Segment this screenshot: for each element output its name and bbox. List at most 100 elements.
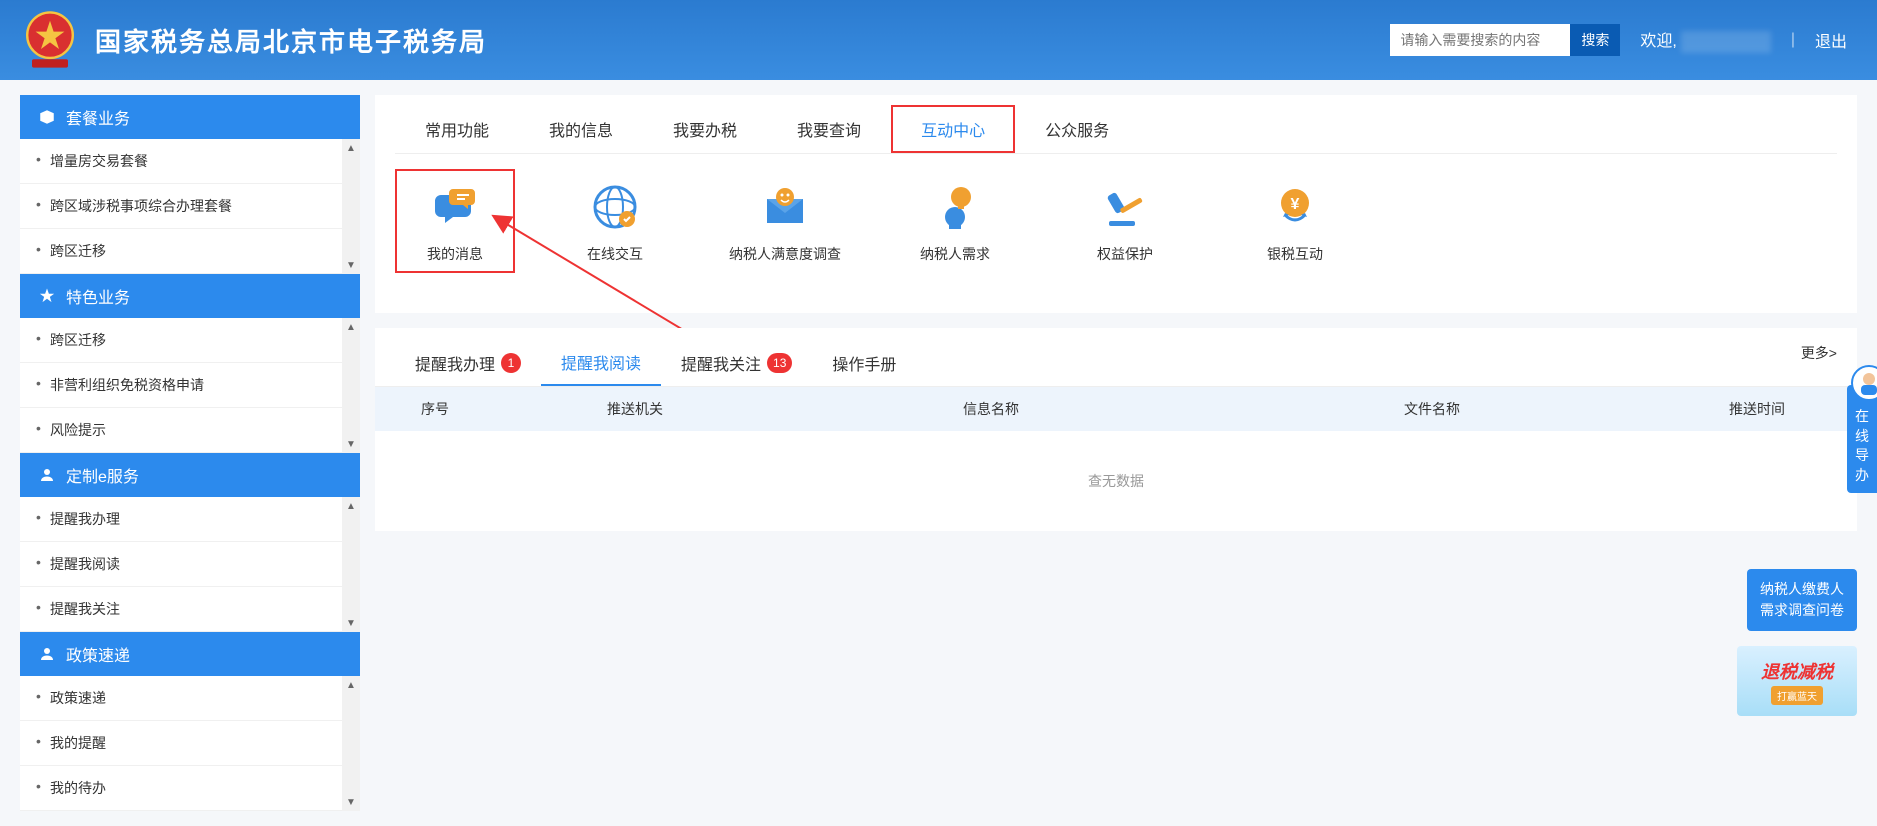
star-icon <box>38 287 56 305</box>
icon-label: 在线交互 <box>555 245 675 263</box>
icon-satisfaction-survey[interactable]: 纳税人满意度调查 <box>725 179 845 273</box>
sidebar-item[interactable]: 我的提醒 <box>20 721 360 766</box>
icon-rights-protection[interactable]: 权益保护 <box>1065 179 1185 273</box>
sidebar-scrollbar[interactable]: ▲▼ <box>342 497 360 632</box>
th-file: 文件名称 <box>1207 399 1657 419</box>
sidebar-scrollbar[interactable]: ▲▼ <box>342 139 360 274</box>
top-panel: 常用功能 我的信息 我要办税 我要查询 互动中心 公众服务 我的消息 在线交互 <box>375 95 1857 313</box>
subtab-label: 提醒我阅读 <box>561 350 641 374</box>
tab-myinfo[interactable]: 我的信息 <box>519 105 643 153</box>
scroll-up-icon[interactable]: ▲ <box>342 676 360 694</box>
logout-link[interactable]: 退出 <box>1815 28 1847 52</box>
coin-icon: ¥ <box>1267 179 1323 235</box>
sidebar-header-label: 定制e服务 <box>66 463 139 487</box>
icon-label: 纳税人满意度调查 <box>725 245 845 263</box>
main-tabs: 常用功能 我的信息 我要办税 我要查询 互动中心 公众服务 <box>395 105 1837 154</box>
subtab-remind-read[interactable]: 提醒我阅读 <box>541 340 661 386</box>
icon-label: 纳税人需求 <box>895 245 1015 263</box>
float-survey[interactable]: 纳税人缴费人需求调查问卷 <box>1747 569 1857 631</box>
banner-subtitle: 打赢蓝天 <box>1771 686 1823 705</box>
more-link[interactable]: 更多> <box>1801 343 1837 363</box>
sidebar-item[interactable]: 跨区域涉税事项综合办理套餐 <box>20 184 360 229</box>
scroll-down-icon[interactable]: ▼ <box>342 614 360 632</box>
username-redacted <box>1681 31 1771 53</box>
float-banner[interactable]: 退税减税 打赢蓝天 <box>1737 646 1857 716</box>
scroll-down-icon[interactable]: ▼ <box>342 256 360 274</box>
sidebar-scrollbar[interactable]: ▲▼ <box>342 676 360 811</box>
tab-taxhandle[interactable]: 我要办税 <box>643 105 767 153</box>
th-org: 推送机关 <box>495 399 775 419</box>
subtab-remind-handle[interactable]: 提醒我办理 1 <box>395 341 541 385</box>
table-header: 序号 推送机关 信息名称 文件名称 推送时间 <box>375 387 1857 431</box>
search-box: 搜索 <box>1390 24 1620 56</box>
help-avatar-icon <box>1851 365 1877 401</box>
search-input[interactable] <box>1390 24 1570 56</box>
th-info: 信息名称 <box>775 399 1207 419</box>
icon-online-interact[interactable]: 在线交互 <box>555 179 675 273</box>
icon-grid: 我的消息 在线交互 纳税人满意度调查 纳税人需求 权益保护 <box>395 154 1837 283</box>
subtab-manual[interactable]: 操作手册 <box>812 341 916 385</box>
person-icon <box>38 466 56 484</box>
sidebar-item[interactable]: 增量房交易套餐 <box>20 139 360 184</box>
sidebar-item[interactable]: 提醒我办理 <box>20 497 360 542</box>
icon-my-messages[interactable]: 我的消息 <box>395 169 515 273</box>
sidebar: 套餐业务 增量房交易套餐 跨区域涉税事项综合办理套餐 跨区迁移 ▲▼ 特色业务 … <box>20 95 360 811</box>
sidebar-header-tese[interactable]: 特色业务 <box>20 274 360 318</box>
sidebar-item[interactable]: 提醒我阅读 <box>20 542 360 587</box>
logo-emblem <box>20 10 80 70</box>
bulb-icon <box>927 179 983 235</box>
scroll-up-icon[interactable]: ▲ <box>342 497 360 515</box>
divider: | <box>1791 31 1795 49</box>
icon-label: 权益保护 <box>1065 245 1185 263</box>
subtab-remind-follow[interactable]: 提醒我关注 13 <box>661 341 812 385</box>
site-title: 国家税务总局北京市电子税务局 <box>95 22 487 59</box>
sidebar-header-eservice[interactable]: 定制e服务 <box>20 453 360 497</box>
scroll-down-icon[interactable]: ▼ <box>342 793 360 811</box>
sidebar-item[interactable]: 跨区迁移 <box>20 318 360 363</box>
person-icon <box>38 645 56 663</box>
sidebar-header-label: 政策速递 <box>66 642 130 666</box>
sidebar-item[interactable]: 跨区迁移 <box>20 229 360 274</box>
sidebar-header-label: 特色业务 <box>66 284 130 308</box>
subtab-label: 提醒我关注 <box>681 351 761 375</box>
sidebar-header-taocan[interactable]: 套餐业务 <box>20 95 360 139</box>
icon-taxpayer-needs[interactable]: 纳税人需求 <box>895 179 1015 273</box>
bottom-panel: 提醒我办理 1 提醒我阅读 提醒我关注 13 操作手册 更多> 序号 推送机关 … <box>375 328 1857 531</box>
sidebar-header-label: 套餐业务 <box>66 105 130 129</box>
scroll-down-icon[interactable]: ▼ <box>342 435 360 453</box>
float-help-label: 在线导办 <box>1855 408 1869 483</box>
sidebar-item[interactable]: 政策速递 <box>20 676 360 721</box>
sidebar-item[interactable]: 提醒我关注 <box>20 587 360 632</box>
no-data-text: 查无数据 <box>375 431 1857 531</box>
tab-query[interactable]: 我要查询 <box>767 105 891 153</box>
search-button[interactable]: 搜索 <box>1570 24 1620 56</box>
badge: 13 <box>767 353 792 373</box>
sidebar-item[interactable]: 非营利组织免税资格申请 <box>20 363 360 408</box>
sidebar-item[interactable]: 我的待办 <box>20 766 360 811</box>
float-online-help[interactable]: 在线导办 <box>1847 385 1877 493</box>
icon-label: 银税互动 <box>1235 245 1355 263</box>
icon-label: 我的消息 <box>405 245 505 263</box>
sub-tabs: 提醒我办理 1 提醒我阅读 提醒我关注 13 操作手册 更多> <box>375 328 1857 387</box>
icon-bank-tax[interactable]: ¥ 银税互动 <box>1235 179 1355 273</box>
package-icon <box>38 108 56 126</box>
banner-title: 退税减税 <box>1761 658 1833 684</box>
th-time: 推送时间 <box>1657 399 1857 419</box>
th-seq: 序号 <box>375 399 495 419</box>
svg-text:¥: ¥ <box>1291 196 1300 213</box>
tab-interaction[interactable]: 互动中心 <box>891 105 1015 153</box>
content: 常用功能 我的信息 我要办税 我要查询 互动中心 公众服务 我的消息 在线交互 <box>375 95 1857 811</box>
tab-common[interactable]: 常用功能 <box>395 105 519 153</box>
scroll-up-icon[interactable]: ▲ <box>342 318 360 336</box>
sidebar-header-policy[interactable]: 政策速递 <box>20 632 360 676</box>
sidebar-item[interactable]: 风险提示 <box>20 408 360 453</box>
tab-public[interactable]: 公众服务 <box>1015 105 1139 153</box>
envelope-icon <box>757 179 813 235</box>
subtab-label: 操作手册 <box>832 351 896 375</box>
scroll-up-icon[interactable]: ▲ <box>342 139 360 157</box>
header: 国家税务总局北京市电子税务局 搜索 欢迎, | 退出 <box>0 0 1877 80</box>
welcome-text: 欢迎, <box>1640 27 1770 53</box>
chat-icon <box>427 179 483 235</box>
sidebar-scrollbar[interactable]: ▲▼ <box>342 318 360 453</box>
subtab-label: 提醒我办理 <box>415 351 495 375</box>
